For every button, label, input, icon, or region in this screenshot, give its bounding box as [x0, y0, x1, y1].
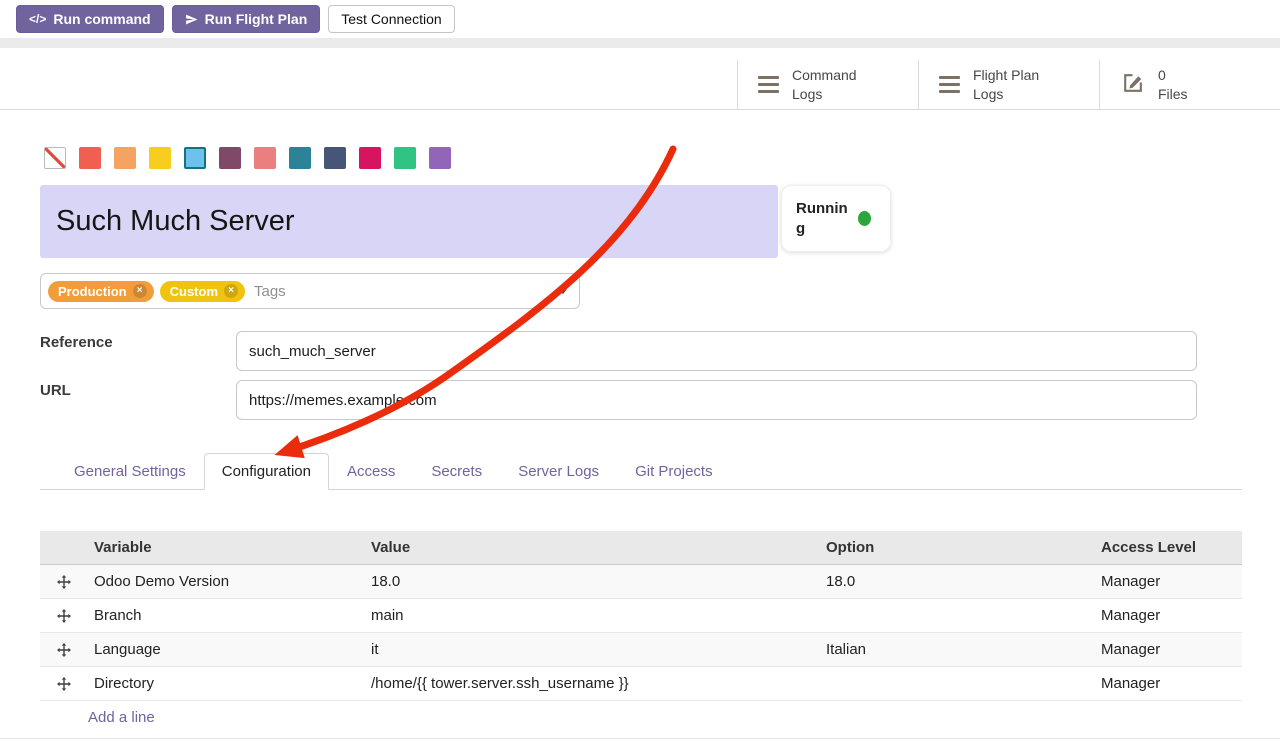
- url-input[interactable]: [236, 380, 1197, 420]
- cell-variable[interactable]: Odoo Demo Version: [88, 573, 365, 590]
- color-swatch-green[interactable]: [394, 147, 416, 169]
- color-swatch-navy[interactable]: [324, 147, 346, 169]
- stat-label-command-logs: Command Logs: [792, 66, 857, 102]
- color-swatch-cyan-selected[interactable]: [184, 147, 206, 169]
- tab-git-projects[interactable]: Git Projects: [617, 453, 731, 490]
- stat-button-command-logs[interactable]: Command Logs: [737, 60, 918, 109]
- stat-label-line: Logs: [792, 86, 822, 102]
- color-swatch-yellow[interactable]: [149, 147, 171, 169]
- drag-handle-icon[interactable]: [40, 575, 88, 589]
- stat-buttons: Command Logs Flight Plan Logs: [737, 60, 1280, 109]
- add-a-line-link[interactable]: Add a line: [40, 701, 1242, 733]
- color-swatch-none[interactable]: [44, 147, 66, 169]
- drag-handle-icon[interactable]: [40, 643, 88, 657]
- url-label: URL: [40, 382, 71, 399]
- cell-access-level[interactable]: Manager: [1095, 607, 1242, 624]
- form-sheet: Running Production × Custom × Tags Refer…: [0, 110, 1280, 742]
- tags-placeholder: Tags: [254, 283, 286, 300]
- tab-configuration[interactable]: Configuration: [204, 453, 329, 490]
- divider-band: [0, 38, 1280, 48]
- col-header-access-level: Access Level: [1095, 539, 1242, 556]
- cell-access-level[interactable]: Manager: [1095, 573, 1242, 590]
- configuration-table: Variable Value Option Access Level Odoo …: [40, 531, 1242, 733]
- stat-count: 0: [1158, 67, 1166, 83]
- drag-handle-icon[interactable]: [40, 609, 88, 623]
- table-row: Odoo Demo Version 18.0 18.0 Manager: [40, 565, 1242, 599]
- remove-tag-icon[interactable]: ×: [224, 284, 238, 298]
- color-swatch-purple[interactable]: [429, 147, 451, 169]
- cell-option[interactable]: 18.0: [820, 573, 1095, 590]
- stat-button-files[interactable]: 0 Files: [1099, 60, 1280, 109]
- table-row: Directory /home/{{ tower.server.ssh_user…: [40, 667, 1242, 701]
- color-palette: [44, 147, 451, 169]
- stat-button-flight-plan-logs[interactable]: Flight Plan Logs: [918, 60, 1099, 109]
- stat-label-line: Logs: [973, 86, 1003, 102]
- cell-variable[interactable]: Language: [88, 641, 365, 658]
- remove-tag-icon[interactable]: ×: [133, 284, 147, 298]
- test-connection-label: Test Connection: [341, 11, 441, 27]
- cell-option[interactable]: Italian: [820, 641, 1095, 658]
- run-command-button[interactable]: </> Run command: [16, 5, 164, 33]
- color-swatch-orange[interactable]: [114, 147, 136, 169]
- tag-label: Production: [58, 284, 127, 299]
- table-row: Branch main Manager: [40, 599, 1242, 633]
- cell-access-level[interactable]: Manager: [1095, 675, 1242, 692]
- color-swatch-maroon[interactable]: [219, 147, 241, 169]
- action-toolbar: </> Run command Run Flight Plan Test Con…: [0, 0, 1280, 38]
- cell-value[interactable]: main: [365, 607, 820, 624]
- run-command-label: Run command: [53, 11, 150, 27]
- tag-label: Custom: [170, 284, 218, 299]
- cell-value[interactable]: /home/{{ tower.server.ssh_username }}: [365, 675, 820, 692]
- tab-secrets[interactable]: Secrets: [413, 453, 500, 490]
- test-connection-button[interactable]: Test Connection: [328, 5, 454, 33]
- cell-variable[interactable]: Directory: [88, 675, 365, 692]
- status-dot-icon: [858, 211, 871, 226]
- bottom-divider: [0, 738, 1280, 739]
- tab-access[interactable]: Access: [329, 453, 413, 490]
- bars-icon: [758, 76, 779, 94]
- status-label: Running: [796, 199, 848, 238]
- table-header-row: Variable Value Option Access Level: [40, 531, 1242, 565]
- tag-production[interactable]: Production ×: [48, 281, 154, 302]
- notebook-tabs: General Settings Configuration Access Se…: [40, 452, 1242, 490]
- stat-label-line: Files: [1158, 86, 1188, 102]
- edit-icon: [1120, 70, 1145, 100]
- reference-label: Reference: [40, 334, 113, 351]
- cell-variable[interactable]: Branch: [88, 607, 365, 624]
- color-swatch-red[interactable]: [79, 147, 101, 169]
- color-swatch-magenta[interactable]: [359, 147, 381, 169]
- server-form-page: </> Run command Run Flight Plan Test Con…: [0, 0, 1280, 742]
- col-header-variable: Variable: [88, 539, 365, 556]
- chevron-down-icon[interactable]: [559, 289, 567, 294]
- tag-custom[interactable]: Custom ×: [160, 281, 245, 302]
- table-row: Language it Italian Manager: [40, 633, 1242, 667]
- plane-icon: [185, 13, 198, 26]
- cell-value[interactable]: 18.0: [365, 573, 820, 590]
- stat-label-files: 0 Files: [1158, 66, 1188, 102]
- stat-label-line: Command: [792, 67, 857, 83]
- run-flight-plan-button[interactable]: Run Flight Plan: [172, 5, 321, 33]
- reference-input[interactable]: [236, 331, 1197, 371]
- tab-general-settings[interactable]: General Settings: [56, 453, 204, 490]
- code-icon: </>: [29, 12, 46, 26]
- stat-label-line: Flight Plan: [973, 67, 1039, 83]
- col-header-option: Option: [820, 539, 1095, 556]
- cell-access-level[interactable]: Manager: [1095, 641, 1242, 658]
- header-bar: Command Logs Flight Plan Logs: [0, 48, 1280, 110]
- tags-field[interactable]: Production × Custom × Tags: [40, 273, 580, 309]
- bars-icon: [939, 76, 960, 94]
- status-indicator: Running: [781, 185, 891, 252]
- col-header-value: Value: [365, 539, 820, 556]
- color-swatch-salmon[interactable]: [254, 147, 276, 169]
- run-flight-plan-label: Run Flight Plan: [205, 11, 308, 27]
- color-swatch-teal[interactable]: [289, 147, 311, 169]
- tab-server-logs[interactable]: Server Logs: [500, 453, 617, 490]
- stat-label-flight-plan-logs: Flight Plan Logs: [973, 66, 1039, 102]
- cell-value[interactable]: it: [365, 641, 820, 658]
- server-name-input[interactable]: [40, 185, 778, 258]
- drag-handle-icon[interactable]: [40, 677, 88, 691]
